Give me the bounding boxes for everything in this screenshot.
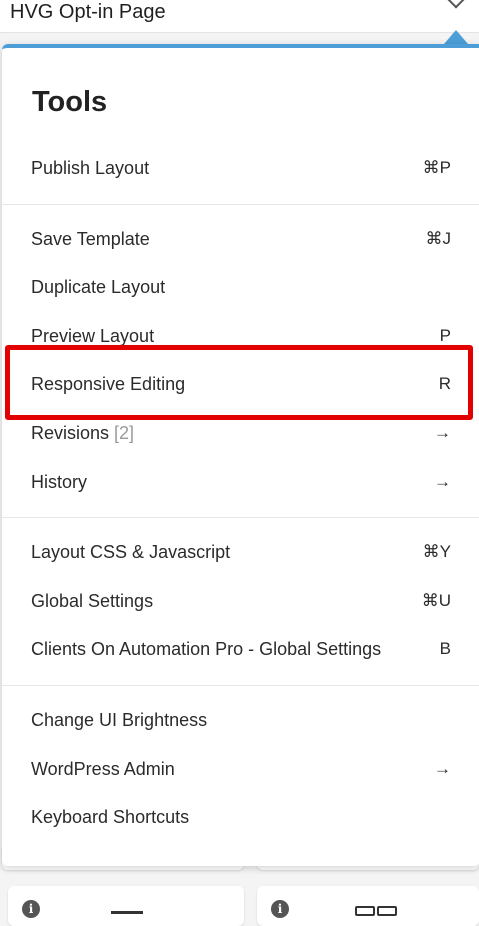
menu-item-label: Clients On Automation Pro - Global Setti… <box>31 639 382 659</box>
menu-item-label: Preview Layout <box>31 326 155 346</box>
info-icon[interactable]: i <box>22 900 40 918</box>
tools-menu-title: Tools <box>32 86 108 118</box>
menu-item-label: Change UI Brightness <box>31 710 208 730</box>
menu-item-global-settings[interactable]: Global Settings ⌘U <box>2 581 479 621</box>
menu-item-wordpress-admin[interactable]: WordPress Admin → <box>2 749 479 789</box>
keyboard-shortcut: R <box>438 374 451 393</box>
module-columns-icon <box>355 906 375 916</box>
menu-item-save-template[interactable]: Save Template ⌘J <box>2 219 479 259</box>
menu-item-label: Duplicate Layout <box>31 277 166 297</box>
arrow-right-icon: → <box>434 423 451 442</box>
menu-item-keyboard-shortcuts[interactable]: Keyboard Shortcuts <box>2 797 479 837</box>
arrow-right-icon: → <box>434 472 451 491</box>
menu-item-duplicate-layout[interactable]: Duplicate Layout <box>2 267 479 307</box>
menu-item-responsive-editing[interactable]: Responsive Editing R <box>2 364 479 404</box>
keyboard-shortcut: B <box>439 639 451 658</box>
menu-item-history[interactable]: History → <box>2 462 479 502</box>
info-icon[interactable]: i <box>271 900 289 918</box>
menu-item-revisions[interactable]: Revisions [2] → <box>2 413 479 453</box>
menu-item-label: Save Template <box>31 229 150 249</box>
menu-item-layout-css-javascript[interactable]: Layout CSS & Javascript ⌘Y <box>2 532 479 572</box>
module-columns-icon <box>377 906 397 916</box>
menu-divider <box>2 685 479 686</box>
menu-item-publish-layout[interactable]: Publish Layout ⌘P <box>2 148 479 188</box>
menu-item-label: Layout CSS & Javascript <box>31 542 231 562</box>
menu-divider <box>2 517 479 519</box>
keyboard-shortcut: ⌘P <box>422 158 451 177</box>
module-card[interactable]: i <box>257 886 479 926</box>
module-card[interactable]: i <box>8 886 244 926</box>
menu-item-label: WordPress Admin <box>31 759 175 779</box>
menu-item-label: Keyboard Shortcuts <box>31 807 190 827</box>
menu-item-label: Responsive Editing <box>31 374 186 394</box>
chevron-down-icon[interactable] <box>447 0 465 9</box>
keyboard-shortcut: P <box>439 326 451 345</box>
revision-count: [2] <box>114 423 135 443</box>
keyboard-shortcut: ⌘J <box>425 229 452 248</box>
menu-divider <box>2 203 479 205</box>
popover-caret <box>444 30 468 44</box>
tools-menu-panel: Tools Publish Layout ⌘P Save Template ⌘J Dup… <box>2 44 479 866</box>
menu-item-label: History <box>31 472 88 492</box>
menu-item-clients-on-automation-pro-global-settings[interactable]: Clients On Automation Pro - Global Setti… <box>2 629 479 669</box>
arrow-right-icon: → <box>434 759 451 778</box>
menu-item-preview-layout[interactable]: Preview Layout P <box>2 316 479 356</box>
menu-item-label: Publish Layout <box>31 158 150 178</box>
top-bar: HVG Opt-in Page <box>0 0 479 33</box>
page-title: HVG Opt-in Page <box>10 1 166 23</box>
keyboard-shortcut: ⌘U <box>421 591 451 610</box>
menu-item-label: Revisions [2] <box>31 423 135 443</box>
menu-item-change-ui-brightness[interactable]: Change UI Brightness <box>2 700 479 740</box>
menu-item-label: Global Settings <box>31 591 154 611</box>
keyboard-shortcut: ⌘Y <box>422 542 451 561</box>
